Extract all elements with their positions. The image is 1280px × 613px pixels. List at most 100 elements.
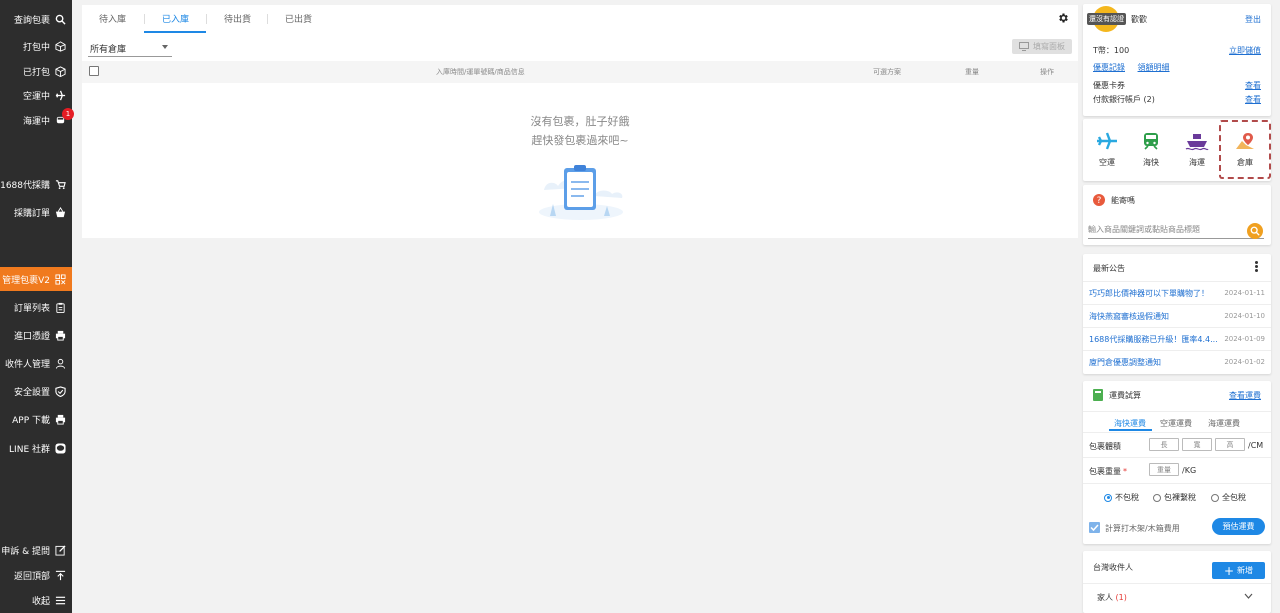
quota-detail-link[interactable]: 領額明細 (1138, 63, 1170, 72)
radio-selected-icon (1104, 493, 1112, 502)
voucher-view-link[interactable]: 查看 (1245, 80, 1261, 91)
sidebar-item-label: 訂單列表 (13, 303, 50, 314)
gear-icon[interactable] (1057, 12, 1069, 24)
sidebar-item-back-to-top[interactable]: 返回頂部 (0, 563, 72, 587)
column-header-info: 入庫時間/運單號碼/商品信息 (436, 68, 525, 76)
tax-option-partial-tax[interactable]: 包裸繫稅 (1153, 492, 1196, 503)
shipping-option-sea-express[interactable]: 海快 (1129, 131, 1173, 168)
verification-badge: 還沒有認證 (1087, 13, 1126, 25)
voucher-row: 優惠卡券 查看 (1093, 80, 1261, 91)
sidebar-item-search-package[interactable]: 查詢包裹 (0, 7, 72, 31)
divider (1083, 583, 1271, 584)
fee-calculator-title: 運費試算 (1093, 389, 1141, 401)
tax-option-label: 包裸繫稅 (1164, 493, 1196, 502)
package-weight-label: 包裹重量 (1089, 467, 1121, 476)
sidebar-item-purchase-orders[interactable]: 採購訂單 (0, 200, 72, 224)
warehouse-select-value: 所有倉庫 (90, 45, 127, 55)
tax-option-no-tax[interactable]: 不包稅 (1104, 492, 1139, 503)
bank-view-link[interactable]: 查看 (1245, 94, 1261, 105)
announcement-date: 2024-01-10 (1224, 312, 1265, 320)
tab-pending-inbound[interactable]: 待入庫 (99, 12, 126, 25)
plus-icon: + (1223, 563, 1235, 578)
sidebar-item-label: APP 下載 (12, 415, 50, 426)
sidebar-item-sea-transit[interactable]: 海運中 1 (0, 107, 74, 132)
active-tab-indicator (144, 31, 206, 33)
tab-pending-shipment[interactable]: 待出貨 (224, 12, 251, 25)
sidebar-item-manage-packages-v2[interactable]: 管理包裹V2 (0, 267, 72, 291)
announcement-item[interactable]: 巧巧郎比價神器可以下單購物了！ 2024-01-11 (1083, 281, 1271, 304)
tab-air-fee[interactable]: 空運運費 (1160, 418, 1192, 429)
sidebar-item-recipient-management[interactable]: 收件人管理 (0, 351, 72, 375)
chevron-down-icon[interactable] (1244, 593, 1253, 599)
sidebar-item-app-download[interactable]: APP 下載 (0, 407, 72, 431)
basket-icon (55, 206, 66, 218)
product-search-placeholder: 輸入商品關鍵詞或黏貼商品標題 (1088, 225, 1200, 234)
tab-inbound[interactable]: 已入庫 (162, 12, 189, 25)
sidebar-item-security-settings[interactable]: 安全設置 (0, 379, 72, 403)
announcement-item[interactable]: 海快燕窩審核過假通知 2024-01-10 (1083, 304, 1271, 327)
product-search-button[interactable] (1247, 223, 1263, 239)
clipboard-icon (55, 302, 66, 313)
sidebar-item-appeal-question[interactable]: 申訴 & 提問 (0, 538, 72, 562)
sidebar-item-order-list[interactable]: 訂單列表 (0, 295, 72, 319)
sidebar-item-collapse[interactable]: 收起 (0, 588, 72, 612)
sidebar-item-label: LINE 社群 (9, 444, 50, 455)
tab-shipped[interactable]: 已出貨 (285, 12, 312, 25)
train-icon: 1 (55, 107, 74, 126)
tab-sea-express-fee[interactable]: 海快運費 (1114, 418, 1146, 429)
length-input[interactable]: 長 (1149, 438, 1179, 451)
shipping-option-sea[interactable]: 海運 (1175, 131, 1219, 168)
product-search-input[interactable]: 輸入商品關鍵詞或黏貼商品標題 (1088, 219, 1264, 239)
tax-option-full-tax[interactable]: 全包稅 (1211, 492, 1246, 503)
left-sidebar: 查詢包裹 打包中 已打包 空運中 海運中 1 1688代採購 採購訂單 管理包裹… (0, 0, 74, 613)
user-greeting: 歡歡 (1131, 15, 1147, 24)
user-card: 還沒有認證 歡歡 登出 T幣：100 立即儲值 優惠記錄 領額明細 優惠卡券 查… (1083, 4, 1271, 116)
view-fees-link[interactable]: 查看運費 (1229, 390, 1261, 401)
wood-crate-checkbox[interactable] (1089, 522, 1100, 533)
t-coin-balance: T幣：100 (1093, 46, 1130, 55)
notification-badge: 1 (62, 107, 74, 120)
width-input[interactable]: 寬 (1182, 438, 1212, 451)
height-input[interactable]: 高 (1215, 438, 1245, 451)
package-weight-label-wrap: 包裹重量 * (1089, 466, 1127, 477)
recharge-link[interactable]: 立即儲值 (1229, 45, 1261, 56)
tax-option-label: 全包稅 (1222, 493, 1246, 502)
sidebar-item-1688-purchase[interactable]: 1688代採購 (0, 172, 72, 196)
warehouse-highlight-frame (1219, 120, 1271, 179)
empty-message-line2: 趕快發包裹過來吧~ (531, 134, 629, 147)
more-options-icon[interactable] (1255, 261, 1258, 272)
recipient-group-count: (1) (1115, 593, 1127, 602)
bank-account-label: 付款銀行帳戶 (2) (1093, 95, 1155, 104)
add-recipient-button[interactable]: + 新增 (1212, 562, 1265, 579)
monitor-icon (1019, 42, 1029, 51)
coupon-record-link[interactable]: 優惠記錄 (1093, 63, 1125, 72)
sidebar-item-packing[interactable]: 打包中 (0, 34, 72, 58)
tax-option-label: 不包稅 (1115, 493, 1139, 502)
sidebar-item-import-voucher[interactable]: 進口憑證 (0, 323, 72, 347)
select-all-checkbox[interactable] (89, 66, 99, 76)
tab-sea-fee[interactable]: 海運運費 (1208, 418, 1240, 429)
recipient-group-label: 家人 (1097, 593, 1113, 602)
wood-crate-row: 計算打木架/木箱費用 預估運費 (1083, 512, 1271, 542)
question-icon: ? (1093, 194, 1105, 206)
estimate-fee-button[interactable]: 預估運費 (1212, 518, 1265, 535)
tab-divider (144, 14, 145, 24)
tax-option-row: 不包稅 包裸繫稅 全包稅 (1083, 483, 1271, 508)
warehouse-select[interactable]: 所有倉庫 (88, 40, 172, 57)
recipient-card: 台灣收件人 + 新增 家人 (1) (1083, 551, 1271, 613)
weight-input[interactable]: 重量 (1149, 463, 1179, 476)
train-icon (1144, 133, 1158, 150)
announcement-item[interactable]: 1688代採購服務已升級！匯率4.4... 2024-01-09 (1083, 327, 1271, 350)
sidebar-item-air-transit[interactable]: 空運中 (0, 83, 72, 107)
voucher-label: 優惠卡券 (1093, 81, 1125, 90)
recipient-group-family[interactable]: 家人 (1) (1097, 592, 1127, 603)
shipping-option-air[interactable]: 空運 (1085, 131, 1129, 168)
sidebar-item-line-community[interactable]: LINE 社群 (0, 436, 72, 460)
add-recipient-label: 新增 (1237, 566, 1254, 575)
logout-link[interactable]: 登出 (1245, 14, 1261, 25)
apply-panel-button[interactable]: 填寫面板 (1012, 39, 1072, 54)
announcement-item[interactable]: 廈門倉優惠調整通知 2024-01-02 (1083, 350, 1271, 373)
announcement-date: 2024-01-02 (1224, 358, 1265, 366)
sidebar-item-packed[interactable]: 已打包 (0, 59, 72, 83)
check-icon (1090, 524, 1099, 532)
